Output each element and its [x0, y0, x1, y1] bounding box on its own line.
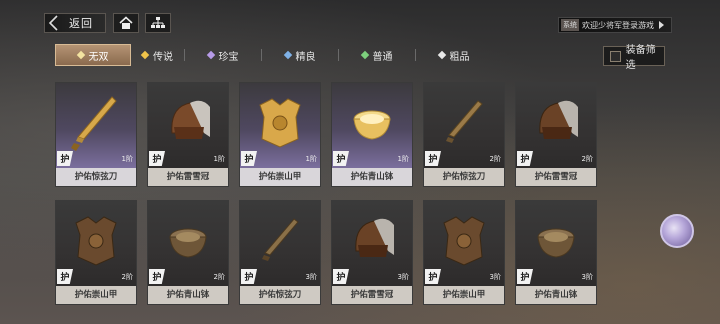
item-name: 护佑雷雪冠 [516, 168, 596, 186]
armor-icon [259, 98, 301, 148]
sword-icon [262, 218, 299, 261]
equipment-card[interactable]: 护 2阶 护佑惊弦刀 [423, 82, 505, 187]
top-bar: 返回 系统 欢迎少将军登录游戏 [0, 0, 720, 40]
home-button[interactable] [113, 13, 139, 33]
play-arrow-icon [659, 21, 664, 29]
tab-cupin[interactable]: 粗品 [416, 44, 492, 66]
item-name: 护佑青山钵 [516, 286, 596, 304]
equipment-card[interactable]: 护 3阶 护佑崇山甲 [423, 200, 505, 305]
bowl-icon [169, 228, 207, 258]
tab-jingliang[interactable]: 精良 [262, 44, 338, 66]
equipment-card[interactable]: 护 3阶 护佑惊弦刀 [239, 200, 321, 305]
diamond-icon [437, 50, 446, 60]
tier-label: 2阶 [581, 155, 593, 163]
tier-label: 3阶 [305, 273, 317, 281]
back-button[interactable]: 返回 [44, 13, 106, 33]
tab-label: 传说 [153, 51, 173, 63]
item-name: 护佑青山钵 [148, 286, 228, 304]
system-notice[interactable]: 系统 欢迎少将军登录游戏 [558, 17, 672, 33]
home-icon [119, 16, 133, 29]
checkbox-icon [610, 50, 621, 62]
equipment-card[interactable]: 护 3阶 护佑青山钵 [515, 200, 597, 305]
notice-tag: 系统 [561, 19, 579, 31]
rarity-tabs: 无双 传说 珍宝 精良 普通 粗品 [55, 44, 492, 66]
tier-label: 2阶 [489, 155, 501, 163]
sword-icon [446, 100, 483, 143]
diamond-icon [283, 50, 292, 60]
equipment-card[interactable]: 护 1阶 护佑崇山甲 [239, 82, 321, 187]
equipment-card[interactable]: 护 2阶 护佑崇山甲 [55, 200, 137, 305]
equipment-filter-button[interactable]: 装备筛选 [603, 45, 665, 71]
equipment-card[interactable]: 护 2阶 护佑雷雪冠 [515, 82, 597, 187]
tab-putong[interactable]: 普通 [339, 44, 415, 66]
notice-text: 欢迎少将军登录游戏 [582, 20, 654, 30]
tier-label: 1阶 [305, 155, 317, 163]
item-name: 护佑惊弦刀 [424, 168, 504, 186]
tab-label: 粗品 [449, 51, 470, 63]
helmet-icon [355, 218, 394, 257]
helmet-icon [171, 100, 210, 139]
tab-zhenbao[interactable]: 珍宝 [185, 44, 261, 66]
equipment-card[interactable]: 护 3阶 护佑雷雪冠 [331, 200, 413, 305]
filter-label: 装备筛选 [625, 45, 656, 71]
item-name: 护佑雷雪冠 [148, 168, 228, 186]
tab-wushuang[interactable]: 无双 [55, 44, 131, 66]
item-name: 护佑崇山甲 [56, 286, 136, 304]
sitemap-button[interactable] [145, 13, 171, 33]
diamond-icon [140, 50, 150, 60]
diamond-icon [360, 50, 369, 60]
bowl-icon [537, 228, 575, 258]
tier-label: 1阶 [213, 155, 225, 163]
tier-label: 3阶 [581, 273, 593, 281]
tab-chuanshuo[interactable]: 传说 [131, 44, 184, 66]
diamond-icon [206, 50, 215, 60]
tier-label: 2阶 [213, 273, 225, 281]
item-name: 护佑惊弦刀 [240, 286, 320, 304]
equipment-card[interactable]: 护 1阶 护佑惊弦刀 [55, 82, 137, 187]
assistant-orb-button[interactable] [660, 214, 694, 248]
tier-label: 3阶 [489, 273, 501, 281]
tier-label: 3阶 [397, 273, 409, 281]
tab-label: 普通 [372, 51, 393, 63]
armor-icon [443, 216, 485, 266]
item-name: 护佑惊弦刀 [56, 168, 136, 186]
equipment-card[interactable]: 护 1阶 护佑青山钵 [331, 82, 413, 187]
tier-label: 1阶 [121, 155, 133, 163]
tier-label: 1阶 [397, 155, 409, 163]
tab-label: 精良 [295, 51, 316, 63]
tab-label: 珍宝 [218, 51, 239, 63]
item-name: 护佑雷雪冠 [332, 286, 412, 304]
back-label: 返回 [69, 17, 93, 30]
item-name: 护佑崇山甲 [424, 286, 504, 304]
item-name: 护佑崇山甲 [240, 168, 320, 186]
armor-icon [75, 216, 117, 266]
sword-icon [71, 96, 117, 151]
tier-label: 2阶 [121, 273, 133, 281]
equipment-card[interactable]: 护 1阶 护佑雷雪冠 [147, 82, 229, 187]
helmet-icon [539, 100, 578, 139]
sitemap-icon [151, 17, 165, 28]
chevron-left-icon [48, 15, 58, 31]
bowl-icon [353, 110, 391, 140]
tab-label: 无双 [88, 51, 109, 63]
equipment-card[interactable]: 护 2阶 护佑青山钵 [147, 200, 229, 305]
item-name: 护佑青山钵 [332, 168, 412, 186]
diamond-icon [76, 50, 85, 60]
